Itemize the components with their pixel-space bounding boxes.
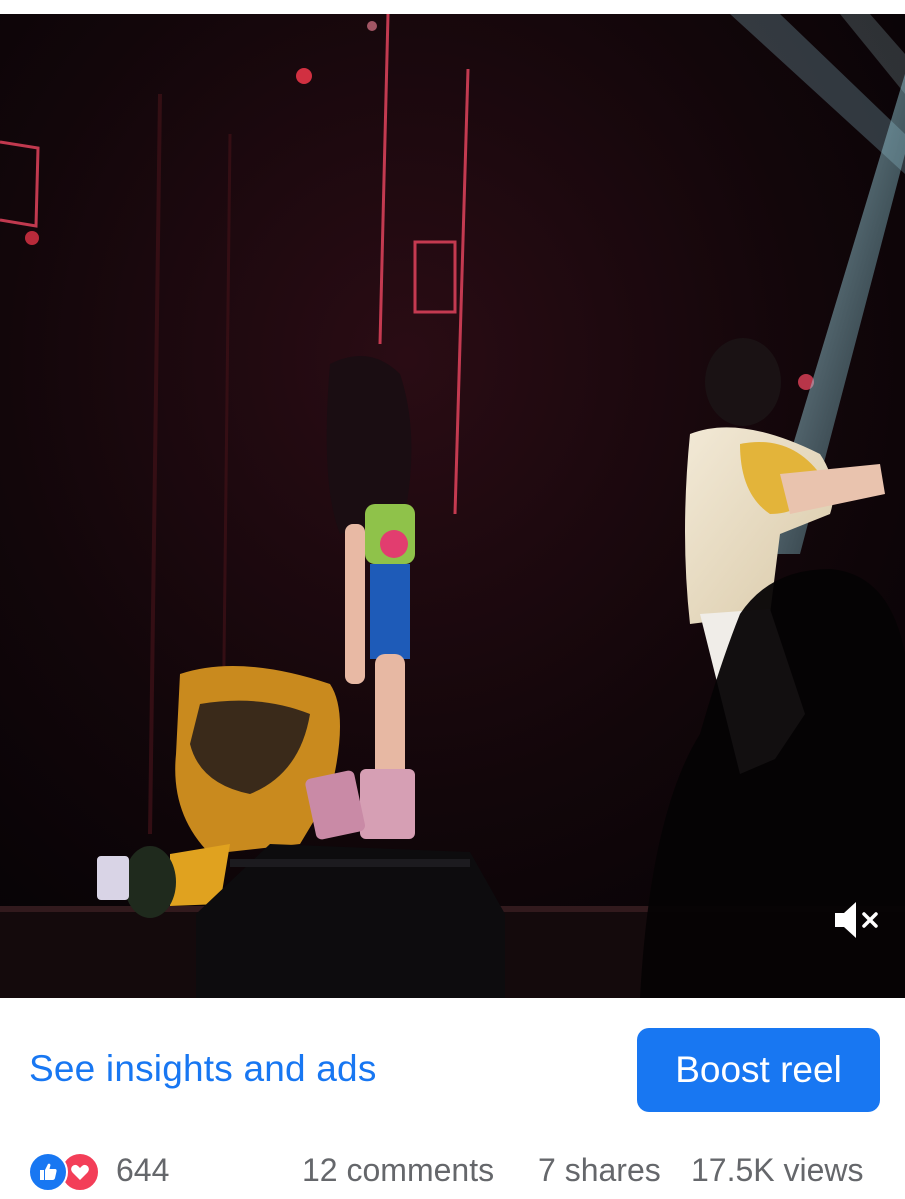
reactions-count[interactable]: 644 <box>116 1152 169 1189</box>
boost-reel-button[interactable]: Boost reel <box>637 1028 880 1112</box>
views-count: 17.5K views <box>691 1152 864 1188</box>
see-insights-link[interactable]: See insights and ads <box>29 1048 377 1090</box>
top-strip <box>0 0 905 14</box>
reel-video[interactable] <box>0 14 905 998</box>
mute-button[interactable] <box>831 898 881 942</box>
reaction-icons[interactable] <box>28 1152 106 1192</box>
like-icon <box>28 1152 68 1192</box>
mute-icon <box>835 902 878 938</box>
comments-count[interactable]: 12 comments <box>302 1152 494 1189</box>
reel-post: See insights and ads Boost reel 644 12 c… <box>0 0 905 1199</box>
engagement-stats: 644 12 comments 7 shares 17.5K views <box>0 1140 905 1199</box>
shares-count[interactable]: 7 shares <box>538 1152 661 1189</box>
video-frame <box>0 14 905 998</box>
